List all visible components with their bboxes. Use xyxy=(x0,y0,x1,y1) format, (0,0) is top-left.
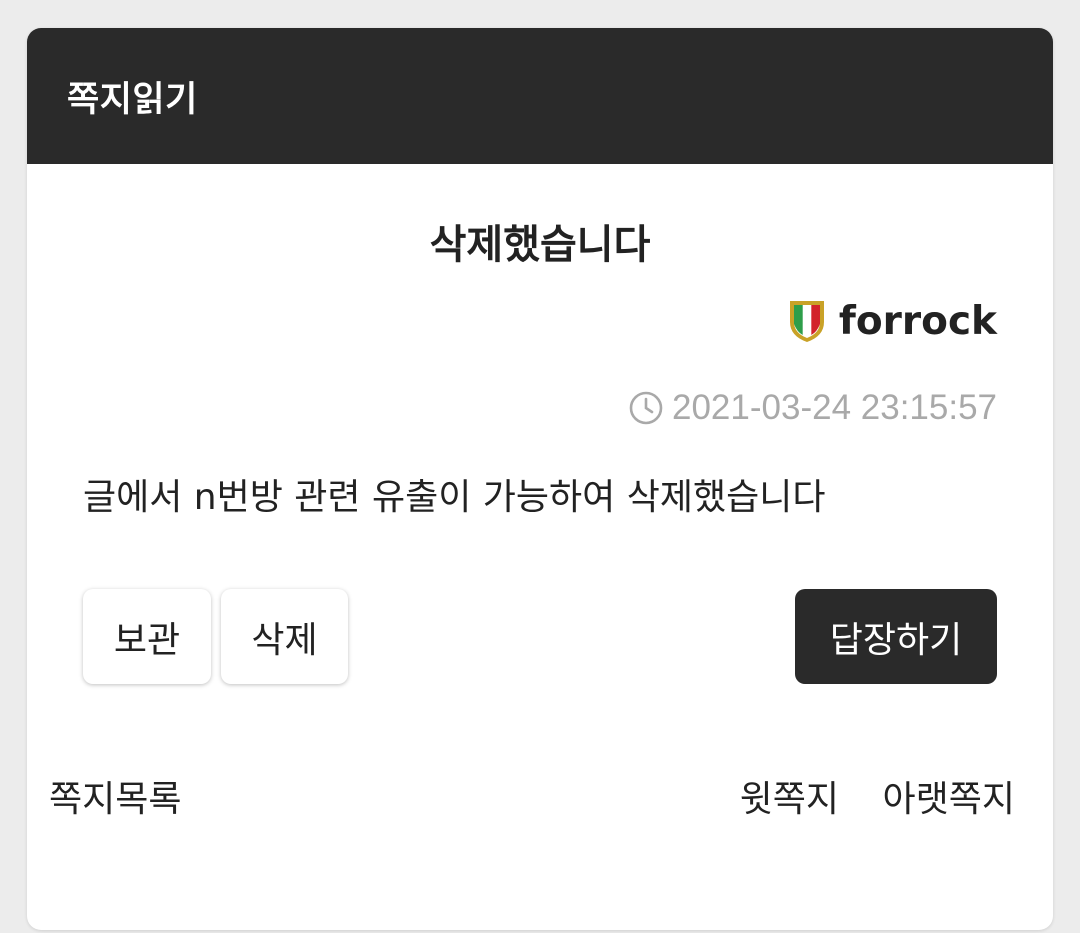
italy-shield-badge-icon xyxy=(789,301,824,342)
message-subject: 삭제했습니다 xyxy=(429,222,651,268)
timestamp-text: 2021-03-24 23:15:57 xyxy=(672,388,997,427)
message-list-link[interactable]: 쪽지목록 xyxy=(49,770,181,822)
message-timestamp: 2021-03-24 23:15:57 xyxy=(628,388,997,428)
clock-icon xyxy=(629,391,663,425)
card-header: 쪽지읽기 xyxy=(27,28,1053,164)
reply-button[interactable]: 답장하기 xyxy=(795,589,997,684)
page-title: 쪽지읽기 xyxy=(67,79,198,120)
next-message-link[interactable]: 아랫쪽지 xyxy=(883,770,1015,822)
delete-button[interactable]: 삭제 xyxy=(221,589,348,684)
message-body: 글에서 n번방 관련 유출이 가능하여 삭제했습니다 xyxy=(83,477,826,518)
message-card: 쪽지읽기 삭제했습니다 forrock 2021-03-24 23:15:57 … xyxy=(27,28,1053,930)
previous-message-link[interactable]: 윗쪽지 xyxy=(740,770,839,822)
sender-name[interactable]: forrock xyxy=(839,299,997,344)
sender-info: forrock xyxy=(787,298,997,344)
archive-button[interactable]: 보관 xyxy=(83,589,211,684)
